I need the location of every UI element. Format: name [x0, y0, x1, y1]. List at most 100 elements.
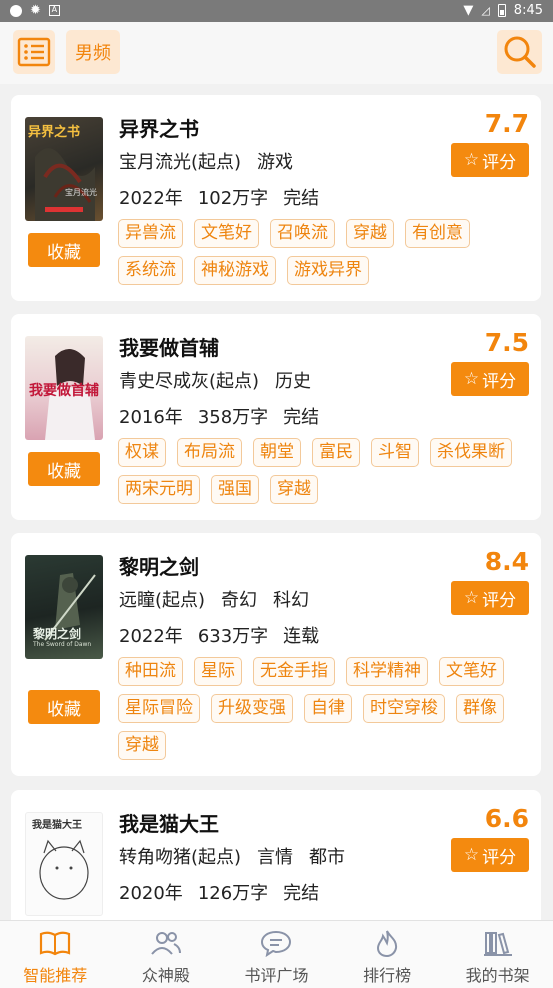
book-cover[interactable]: 我是猫大王: [25, 812, 103, 916]
search-icon: [504, 36, 536, 68]
rate-button[interactable]: ☆ 评分: [451, 838, 529, 872]
book-tag[interactable]: 系统流: [118, 256, 183, 285]
book-tag[interactable]: 穿越: [270, 475, 318, 504]
book-tag[interactable]: 有创意: [405, 219, 470, 248]
book-tag[interactable]: 斗智: [371, 438, 419, 467]
book-tag[interactable]: 星际冒险: [118, 694, 200, 723]
book-tag[interactable]: 自律: [304, 694, 352, 723]
book-tag[interactable]: 神秘游戏: [194, 256, 276, 285]
top-header: 男频: [0, 22, 553, 84]
book-title[interactable]: 黎明之剑: [119, 551, 199, 580]
tab-label: 众神殿: [141, 966, 190, 985]
book-tag[interactable]: 穿越: [346, 219, 394, 248]
book-card[interactable]: 我是猫大王 我是猫大王 6.6 ☆ 评分 转角吻猪(起点) 言情 都市 2020年…: [11, 790, 541, 930]
book-author[interactable]: 宝月流光(起点): [119, 148, 241, 174]
status-time: 8:45: [513, 3, 543, 18]
book-score: 7.7: [484, 109, 529, 138]
book-score: 7.5: [484, 328, 529, 357]
channel-switch-button[interactable]: 男频: [66, 30, 120, 74]
cover-title: 我是猫大王: [32, 820, 82, 831]
book-card[interactable]: 异界之书 宝月流光 收藏 异界之书 7.7 ☆ 评分 宝月流光(起点) 游戏 20…: [11, 95, 541, 301]
book-year: 2022年: [119, 188, 183, 209]
tab-gods-hall[interactable]: 众神殿: [111, 921, 222, 988]
book-title[interactable]: 异界之书: [119, 113, 199, 142]
book-tag[interactable]: 权谋: [118, 438, 166, 467]
book-year: 2022年: [119, 626, 183, 647]
rate-button[interactable]: ☆ 评分: [451, 362, 529, 396]
status-bar: ✹ A ▼ ◿ 8:45: [0, 0, 553, 22]
people-icon: [149, 928, 183, 958]
book-cover[interactable]: 我要做首辅: [25, 336, 103, 440]
tab-recommend[interactable]: 智能推荐: [0, 921, 111, 988]
book-tag[interactable]: 群像: [456, 694, 504, 723]
book-tag[interactable]: 杀伐果断: [430, 438, 512, 467]
battery-icon: [497, 4, 506, 17]
book-tag[interactable]: 升级变强: [211, 694, 293, 723]
book-card[interactable]: 黎明之剑 The Sword of Dawn 收藏 黎明之剑 8.4 ☆ 评分 远…: [11, 533, 541, 776]
book-cover[interactable]: 异界之书 宝月流光: [25, 117, 103, 221]
book-year: 2016年: [119, 407, 183, 428]
book-tag[interactable]: 无金手指: [253, 657, 335, 686]
tab-label: 排行榜: [363, 966, 412, 985]
book-tag[interactable]: 召唤流: [270, 219, 335, 248]
star-icon: ☆: [463, 150, 480, 170]
tab-rankings[interactable]: 排行榜: [332, 921, 443, 988]
book-cover[interactable]: 黎明之剑 The Sword of Dawn: [25, 555, 103, 659]
book-tag[interactable]: 科学精神: [346, 657, 428, 686]
rate-button[interactable]: ☆ 评分: [451, 581, 529, 615]
book-tag[interactable]: 强国: [211, 475, 259, 504]
rate-label: 评分: [482, 590, 517, 611]
book-tag[interactable]: 种田流: [118, 657, 183, 686]
tab-review-square[interactable]: 书评广场: [221, 921, 332, 988]
collect-button[interactable]: 收藏: [28, 690, 100, 724]
book-tag[interactable]: 文笔好: [194, 219, 259, 248]
book-meta: 转角吻猪(起点) 言情 都市: [119, 843, 345, 869]
book-tag[interactable]: 星际: [194, 657, 242, 686]
book-tag[interactable]: 异兽流: [118, 219, 183, 248]
book-status: 完结: [283, 407, 320, 428]
book-icon: [38, 928, 72, 958]
rate-button[interactable]: ☆ 评分: [451, 143, 529, 177]
notification-dot-icon: [10, 4, 22, 17]
book-author[interactable]: 青史尽成灰(起点): [119, 367, 259, 393]
book-genre: 奇幻: [221, 590, 258, 611]
chat-icon: [259, 928, 293, 958]
book-status: 连载: [283, 626, 320, 647]
book-card[interactable]: 我要做首辅 收藏 我要做首辅 7.5 ☆ 评分 青史尽成灰(起点) 历史 2016…: [11, 314, 541, 520]
book-meta: 远瞳(起点) 奇幻 科幻: [119, 586, 309, 612]
tab-my-bookshelf[interactable]: 我的书架: [442, 921, 553, 988]
book-genre: 游戏: [257, 152, 294, 173]
tag-list: 权谋 布局流 朝堂 富民 斗智 杀伐果断 两宋元明 强国 穿越: [118, 438, 530, 504]
book-title[interactable]: 我是猫大王: [119, 808, 219, 837]
book-tag[interactable]: 穿越: [118, 731, 166, 760]
no-sim-icon: ◿: [481, 4, 490, 17]
menu-button[interactable]: [13, 30, 55, 74]
collect-button[interactable]: 收藏: [28, 452, 100, 486]
book-stats: 2022年 102万字 完结: [119, 184, 319, 210]
book-year: 2020年: [119, 883, 183, 904]
book-tag[interactable]: 时空穿梭: [363, 694, 445, 723]
book-stats: 2022年 633万字 连载: [119, 622, 319, 648]
book-author[interactable]: 转角吻猪(起点): [119, 843, 241, 869]
book-tag[interactable]: 布局流: [177, 438, 242, 467]
book-status: 完结: [283, 883, 320, 904]
book-tag[interactable]: 富民: [312, 438, 360, 467]
collect-button[interactable]: 收藏: [28, 233, 100, 267]
book-author[interactable]: 远瞳(起点): [119, 586, 205, 612]
search-button[interactable]: [497, 30, 542, 74]
cover-title: 我要做首辅: [29, 383, 99, 399]
book-tag[interactable]: 游戏异界: [287, 256, 369, 285]
tag-list: 异兽流 文笔好 召唤流 穿越 有创意 系统流 神秘游戏 游戏异界: [118, 219, 530, 285]
book-title[interactable]: 我要做首辅: [119, 332, 219, 361]
wifi-icon: ▼: [463, 3, 474, 18]
rate-label: 评分: [482, 371, 517, 392]
rate-label: 评分: [482, 152, 517, 173]
book-tag[interactable]: 朝堂: [253, 438, 301, 467]
book-genre: 言情: [257, 847, 294, 868]
book-tag[interactable]: 文笔好: [439, 657, 504, 686]
book-score: 8.4: [484, 547, 529, 576]
book-score: 6.6: [484, 804, 529, 833]
book-tag[interactable]: 两宋元明: [118, 475, 200, 504]
tab-label: 我的书架: [465, 966, 530, 985]
flame-icon: [370, 928, 404, 958]
